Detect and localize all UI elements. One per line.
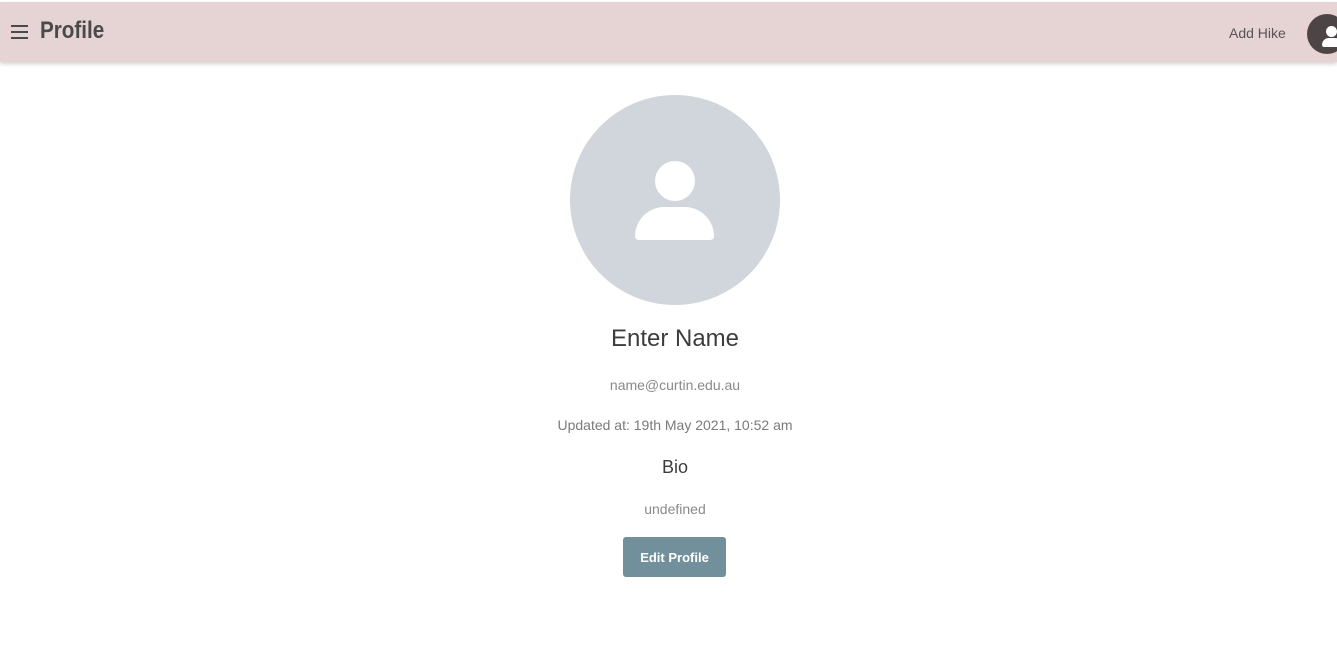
add-hike-link[interactable]: Add Hike [1229, 25, 1286, 41]
page-title: Profile [40, 17, 105, 44]
profile-name: Enter Name [610, 325, 740, 352]
avatar-head-shape [655, 161, 695, 201]
profile-updated-at: Updated at: 19th May 2021, 10:52 am [557, 417, 793, 433]
profile-email: name@curtin.edu.au [609, 377, 741, 393]
person-icon [570, 95, 780, 305]
edit-profile-button[interactable]: Edit Profile [623, 537, 726, 577]
account-icon[interactable] [1307, 14, 1337, 54]
bio-text: undefined [644, 501, 706, 517]
account-head-shape [1326, 26, 1337, 37]
avatar-shoulders-shape [635, 207, 714, 240]
app-header: Profile Add Hike [0, 2, 1337, 62]
bio-heading: Bio [661, 457, 688, 477]
account-shoulders-shape [1322, 38, 1337, 47]
hamburger-menu-icon[interactable] [11, 24, 28, 40]
